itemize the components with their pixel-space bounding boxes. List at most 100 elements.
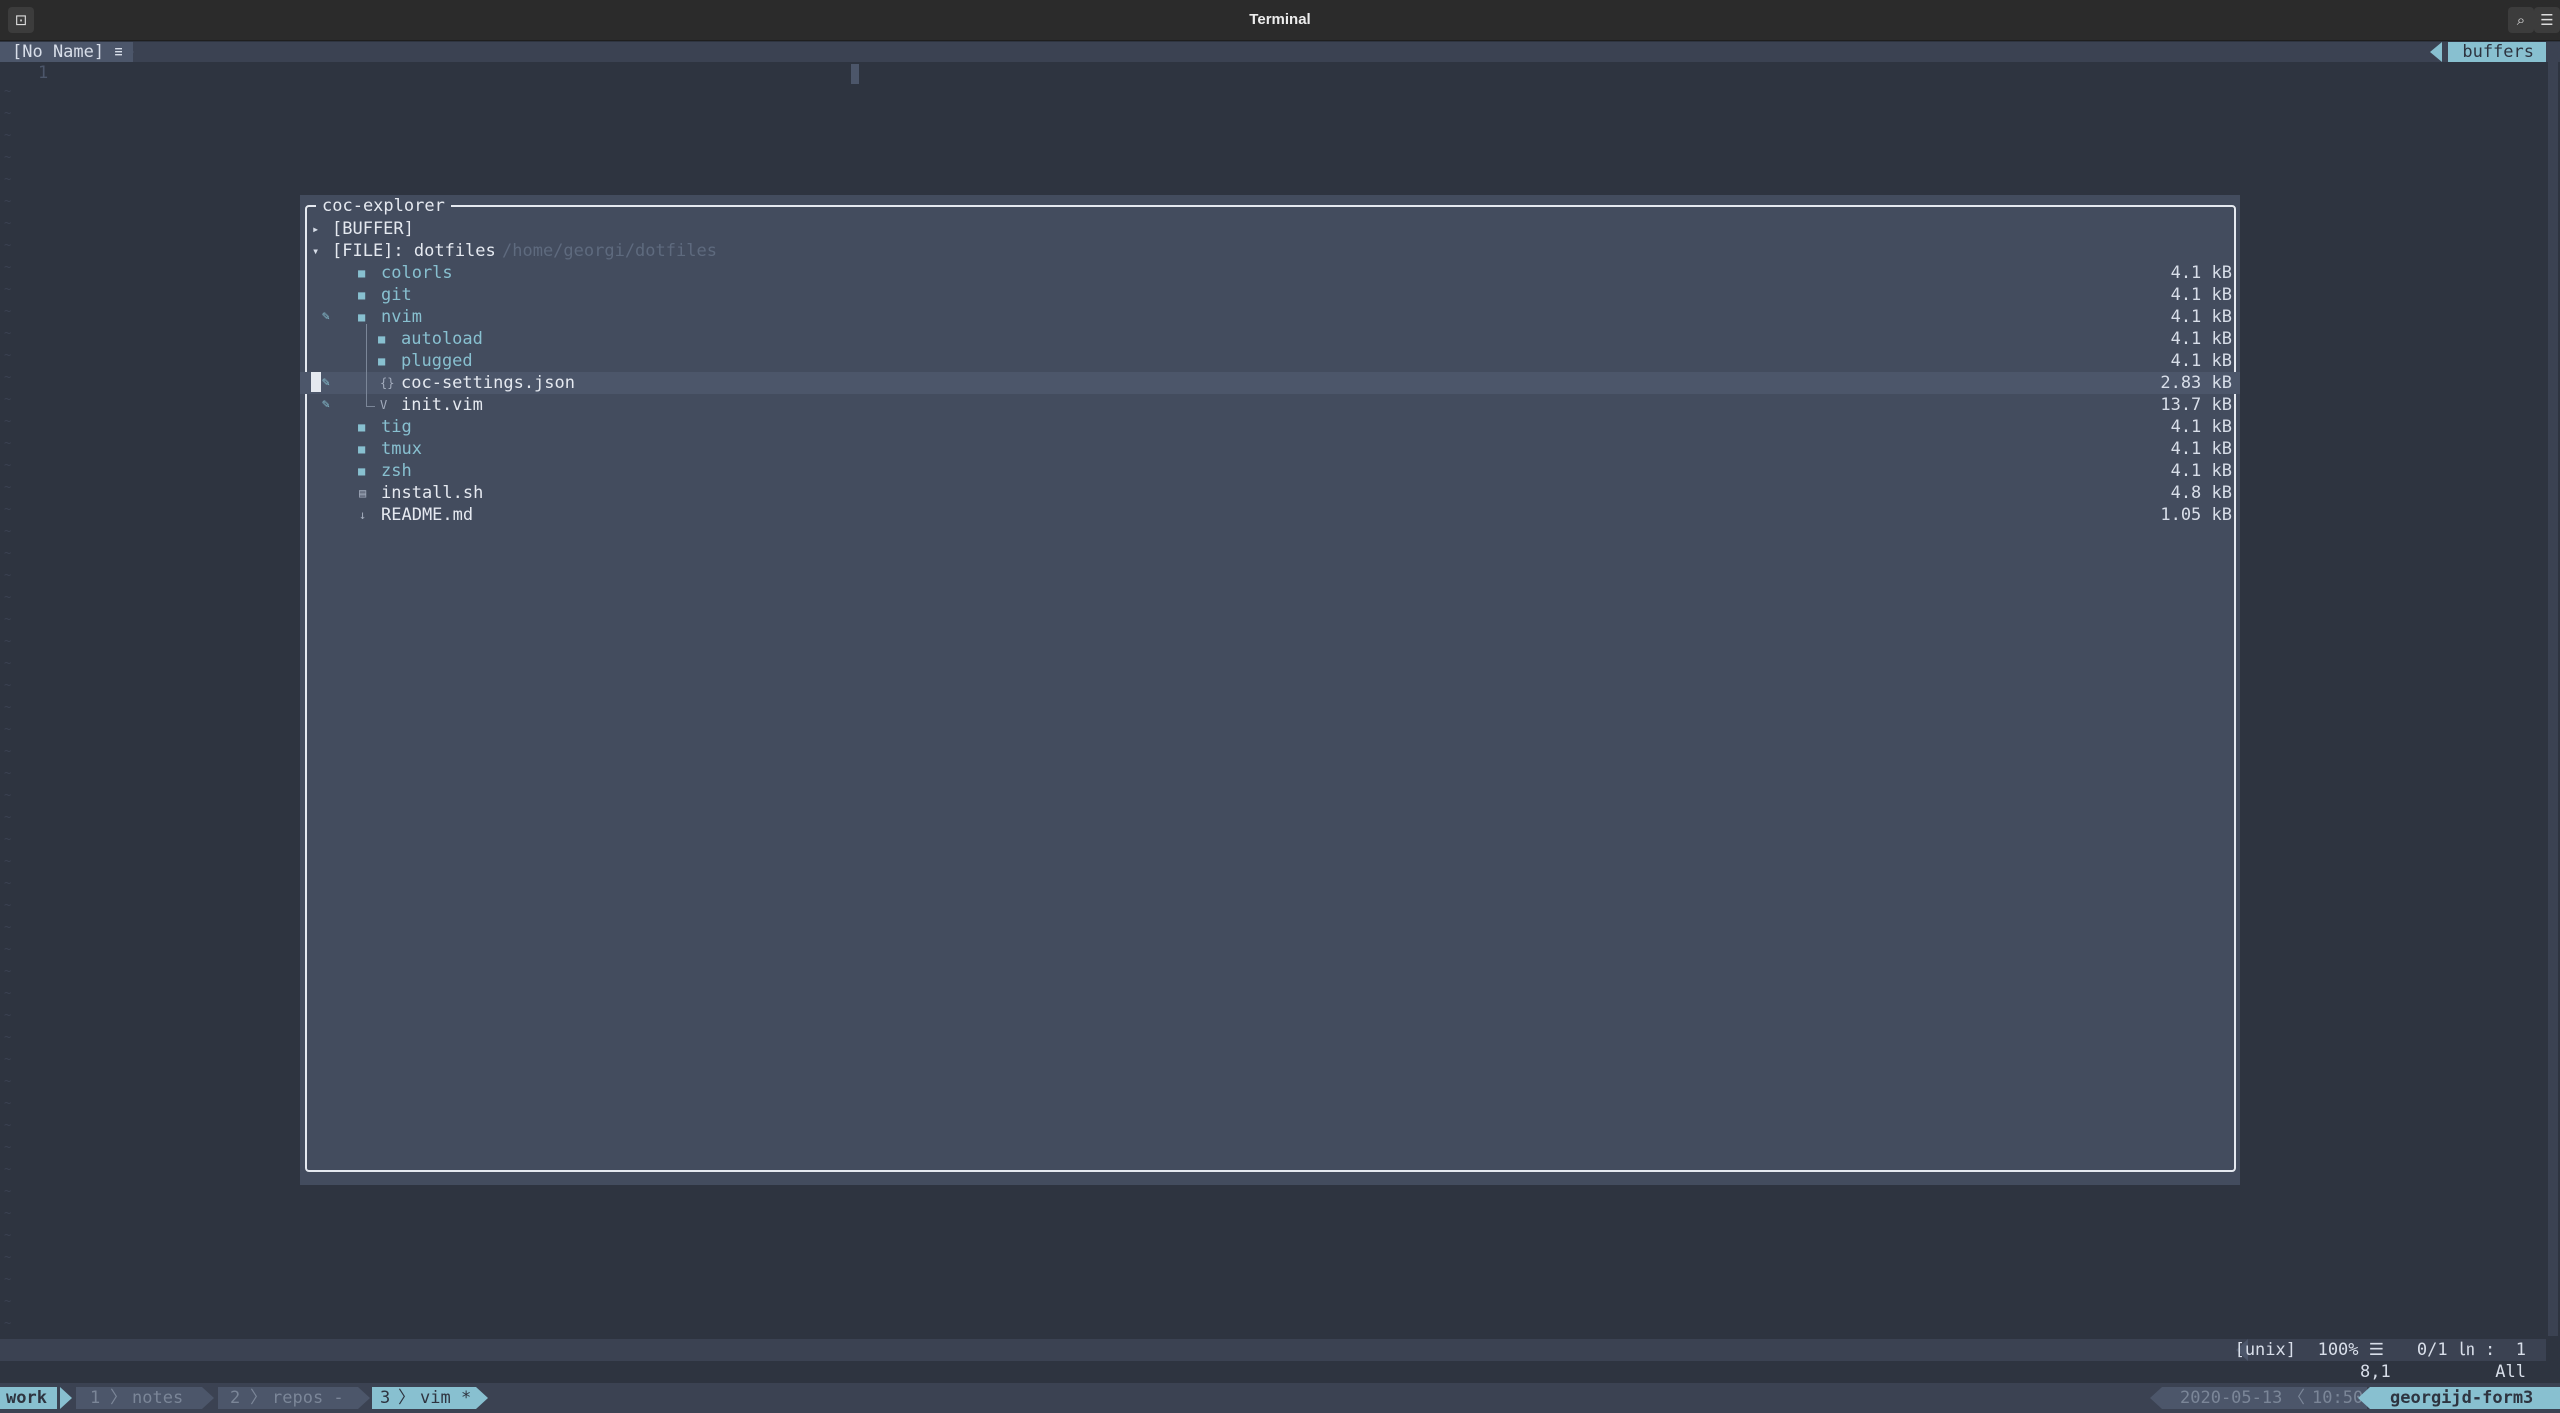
tmux-separator [2150, 1387, 2162, 1409]
window-title: Terminal [1249, 11, 1311, 28]
tilde-marker: ~ [4, 238, 12, 252]
tilde-marker: ~ [4, 590, 12, 604]
folder-open-icon: ■ [358, 310, 366, 324]
chevron-down-icon: ▾ [312, 244, 320, 258]
item-name: autoload [401, 329, 483, 349]
tmux-separator [2358, 1387, 2370, 1409]
buffers-label: buffers [2448, 42, 2546, 62]
tmux-session[interactable]: work [0, 1387, 57, 1409]
tree-guide [366, 324, 367, 394]
folder-icon: ■ [378, 332, 386, 346]
tilde-marker: ~ [4, 1118, 12, 1132]
item-name: git [381, 285, 412, 305]
folder-icon: ■ [358, 288, 366, 302]
tmux-separator [476, 1387, 488, 1409]
tilde-marker: ~ [4, 458, 12, 472]
fileformat: [unix] [2234, 1340, 2296, 1360]
tilde-marker: ~ [4, 722, 12, 736]
tilde-marker: ~ [4, 84, 12, 98]
tmux-window-2-index[interactable]: 2 [230, 1387, 240, 1409]
file-source-path: /home/georgi/dotfiles [502, 241, 717, 261]
tilde-marker: ~ [4, 370, 12, 384]
tree-item-zsh[interactable]: ■ zsh 4.1 kB [300, 460, 2240, 482]
item-size: 4.1 kB [2170, 439, 2232, 459]
search-icon[interactable]: ⌕ [2508, 7, 2534, 33]
item-name: coc-settings.json [401, 373, 575, 393]
tilde-marker: ~ [4, 634, 12, 648]
item-name: install.sh [381, 483, 484, 503]
vim-file-icon: V [380, 398, 388, 412]
tilde-marker: ~ [4, 392, 12, 406]
chevron-right-icon: 〉 [398, 1388, 415, 1408]
tmux-window-3-index[interactable]: 3 [380, 1387, 390, 1409]
tmux-window-3-name[interactable]: vim * [420, 1387, 471, 1409]
item-size: 4.1 kB [2170, 351, 2232, 371]
tree-item-coc-settings[interactable]: ✎ {} coc-settings.json 2.83 kB [300, 372, 2240, 394]
tmux-date: 2020-05-13 [2180, 1388, 2283, 1408]
item-name: README.md [381, 505, 474, 525]
tree-item-plugged[interactable]: ■ plugged 4.1 kB [300, 350, 2240, 372]
buffer-tab[interactable]: [No Name] ≡ [0, 42, 133, 62]
item-size: 4.1 kB [2170, 461, 2232, 481]
tree-item-readme[interactable]: ↓ README.md 1.05 kB [300, 504, 2240, 526]
markdown-file-icon: ↓ [359, 508, 367, 522]
tilde-marker: ~ [4, 656, 12, 670]
chevron-right-icon: 〉 [110, 1388, 127, 1408]
tilde-marker: ~ [4, 1272, 12, 1286]
menu-icon[interactable]: ☰ [2534, 7, 2560, 33]
tmux-separator [358, 1387, 370, 1409]
tmux-statusbar: work 1 〉 notes 2 〉 repos - 3 〉 vim * 202… [0, 1383, 2560, 1413]
vim-statusline: [unix] 100% ☰ 0/1 ㏑ : 1 [0, 1339, 2546, 1361]
tmux-hostname: georgijd-form3 [2390, 1388, 2534, 1408]
tree-item-autoload[interactable]: ■ autoload 4.1 kB [300, 328, 2240, 350]
tree-item-install-sh[interactable]: ▤ install.sh 4.8 kB [300, 482, 2240, 504]
folder-icon: ■ [378, 354, 386, 368]
tmux-separator [60, 1387, 72, 1409]
tilde-marker: ~ [4, 194, 12, 208]
buffer-tab-separator [122, 42, 134, 62]
tree-guide-elbow [366, 394, 375, 407]
tilde-marker: ~ [4, 568, 12, 582]
tree-item-colorls[interactable]: ■ colorls 4.1 kB [300, 262, 2240, 284]
item-size: 4.1 kB [2170, 263, 2232, 283]
tilde-marker: ~ [4, 414, 12, 428]
buffer-source-row[interactable]: ▸ [BUFFER] [300, 218, 2240, 240]
tilde-marker: ~ [4, 1052, 12, 1066]
tilde-marker: ~ [4, 986, 12, 1000]
scrollbar[interactable] [2548, 42, 2558, 1336]
tilde-marker: ~ [4, 1162, 12, 1176]
file-source-row[interactable]: ▾ [FILE]: dotfiles /home/georgi/dotfiles [300, 240, 2240, 262]
git-modified-icon: ✎ [322, 309, 330, 324]
tmux-window-1-index[interactable]: 1 [90, 1387, 100, 1409]
file-source-label: [FILE]: dotfiles [332, 241, 496, 261]
tilde-marker: ~ [4, 106, 12, 120]
tilde-marker: ~ [4, 282, 12, 296]
git-modified-icon: ✎ [322, 375, 330, 390]
item-size: 4.1 kB [2170, 285, 2232, 305]
vim-cmdline[interactable]: 8,1 All [0, 1361, 2546, 1383]
folder-icon: ■ [358, 442, 366, 456]
tilde-marker: ~ [4, 744, 12, 758]
item-size: 13.7 kB [2160, 395, 2232, 415]
tilde-marker: ~ [4, 1294, 12, 1308]
tilde-marker: ~ [4, 898, 12, 912]
chevron-left-icon: 〈 [2288, 1388, 2305, 1408]
tilde-marker: ~ [4, 304, 12, 318]
tmux-separator [202, 1387, 214, 1409]
tilde-marker: ~ [4, 1316, 12, 1330]
vim-tabline: [No Name] ≡ buffers [0, 42, 2560, 62]
tilde-marker: ~ [4, 436, 12, 450]
tree-item-tmux[interactable]: ■ tmux 4.1 kB [300, 438, 2240, 460]
coc-explorer-window[interactable]: coc-explorer ▸ [BUFFER] ▾ [FILE]: dotfil… [300, 195, 2240, 1185]
tmux-window-1-name[interactable]: notes [132, 1387, 183, 1409]
tilde-marker: ~ [4, 876, 12, 890]
buffer-source-label: [BUFFER] [332, 219, 414, 239]
tmux-window-2-name[interactable]: repos - [272, 1387, 344, 1409]
tree-item-init-vim[interactable]: ✎ V init.vim 13.7 kB [300, 394, 2240, 416]
tree-item-tig[interactable]: ■ tig 4.1 kB [300, 416, 2240, 438]
tree-item-nvim[interactable]: ✎ ■ nvim 4.1 kB [300, 306, 2240, 328]
tree-item-git[interactable]: ■ git 4.1 kB [300, 284, 2240, 306]
tilde-marker: ~ [4, 150, 12, 164]
tilde-marker: ~ [4, 766, 12, 780]
tilde-marker: ~ [4, 216, 12, 230]
